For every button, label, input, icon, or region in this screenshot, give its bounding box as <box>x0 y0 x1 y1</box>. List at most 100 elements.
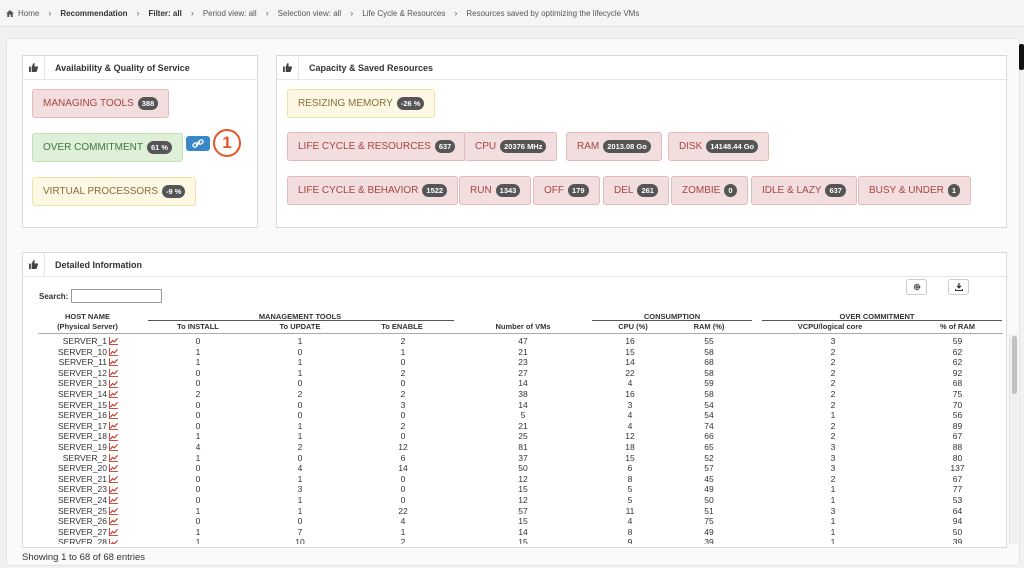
table-scrollbar[interactable] <box>1009 334 1018 544</box>
header-pct-ram[interactable]: % of RAM <box>915 322 1000 331</box>
server-name[interactable]: SERVER_11 <box>59 357 107 368</box>
window-scroll-indicator[interactable] <box>1019 44 1024 70</box>
resizing-memory-tag[interactable]: RESIZING MEMORY -26 % <box>287 89 436 118</box>
ram-tag[interactable]: RAM 2013.08 Go <box>566 132 662 161</box>
header-to-update[interactable]: To UPDATE <box>260 322 340 331</box>
line-chart-icon[interactable] <box>109 538 118 544</box>
managing-tools-tag[interactable]: MANAGING TOOLS 388 <box>32 89 170 118</box>
link-button[interactable] <box>186 136 210 151</box>
server-name[interactable]: SERVER_16 <box>58 410 107 421</box>
cell-host-name[interactable]: SERVER_21 <box>38 474 118 485</box>
breadcrumb-recommendation[interactable]: Recommendation <box>60 9 127 18</box>
table-row[interactable]: SERVER_12 0 1 2 27 22 58 2 92 <box>38 368 1003 379</box>
server-name[interactable]: SERVER_20 <box>58 463 107 474</box>
server-name[interactable]: SERVER_17 <box>58 421 107 432</box>
line-chart-icon[interactable] <box>109 422 118 431</box>
cell-host-name[interactable]: SERVER_11 <box>38 357 118 368</box>
line-chart-icon[interactable] <box>109 528 118 537</box>
line-chart-icon[interactable] <box>109 517 118 526</box>
cell-host-name[interactable]: SERVER_15 <box>38 400 118 411</box>
cell-host-name[interactable]: SERVER_19 <box>38 442 118 453</box>
cell-host-name[interactable]: SERVER_18 <box>38 431 118 442</box>
cell-host-name[interactable]: SERVER_24 <box>38 495 118 506</box>
table-row[interactable]: SERVER_15 0 0 3 14 3 54 2 70 <box>38 400 1003 411</box>
lifecycle-behavior-tag[interactable]: LIFE CYCLE & BEHAVIOR 1522 <box>287 176 459 205</box>
table-row[interactable]: SERVER_19 4 2 12 81 18 65 3 88 <box>38 442 1003 453</box>
server-name[interactable]: SERVER_21 <box>58 474 107 485</box>
server-name[interactable]: SERVER_23 <box>58 484 107 495</box>
table-scrollbar-thumb[interactable] <box>1012 336 1017 394</box>
header-to-enable[interactable]: To ENABLE <box>362 322 442 331</box>
header-vcpu[interactable]: VCPU/logical core <box>780 322 880 331</box>
server-name[interactable]: SERVER_19 <box>58 442 107 453</box>
cell-host-name[interactable]: SERVER_16 <box>38 410 118 421</box>
cell-host-name[interactable]: SERVER_28 <box>38 537 118 544</box>
line-chart-icon[interactable] <box>109 379 118 388</box>
cell-host-name[interactable]: SERVER_20 <box>38 463 118 474</box>
server-name[interactable]: SERVER_13 <box>58 378 107 389</box>
cell-host-name[interactable]: SERVER_10 <box>38 347 118 358</box>
cell-host-name[interactable]: SERVER_26 <box>38 516 118 527</box>
idle-lazy-tag[interactable]: IDLE & LAZY 637 <box>751 176 857 205</box>
table-row[interactable]: SERVER_10 1 0 1 21 15 58 2 62 <box>38 347 1003 358</box>
table-row[interactable]: SERVER_27 1 7 1 14 8 49 1 50 <box>38 527 1003 538</box>
zombie-tag[interactable]: ZOMBIE 0 <box>671 176 748 205</box>
table-row[interactable]: SERVER_11 1 1 0 23 14 68 2 62 <box>38 357 1003 368</box>
cell-host-name[interactable]: SERVER_13 <box>38 378 118 389</box>
table-row[interactable]: SERVER_24 0 1 0 12 5 50 1 53 <box>38 495 1003 506</box>
table-row[interactable]: SERVER_17 0 1 2 21 4 74 2 89 <box>38 421 1003 432</box>
search-input[interactable] <box>71 289 163 303</box>
off-tag[interactable]: OFF 179 <box>533 176 600 205</box>
server-name[interactable]: SERVER_14 <box>58 389 107 400</box>
header-ram-pct[interactable]: RAM (%) <box>674 322 744 331</box>
table-row[interactable]: SERVER_18 1 1 0 25 12 66 2 67 <box>38 431 1003 442</box>
line-chart-icon[interactable] <box>109 496 118 505</box>
settings-button[interactable] <box>906 279 927 295</box>
disk-tag[interactable]: DISK 14148.44 Go <box>668 132 770 161</box>
lifecycle-resources-tag[interactable]: LIFE CYCLE & RESOURCES 637 <box>287 132 467 161</box>
server-name[interactable]: SERVER_10 <box>58 347 107 358</box>
line-chart-icon[interactable] <box>109 453 118 462</box>
line-chart-icon[interactable] <box>109 390 118 399</box>
cell-host-name[interactable]: SERVER_27 <box>38 527 118 538</box>
server-name[interactable]: SERVER_26 <box>58 516 107 527</box>
server-name[interactable]: SERVER_18 <box>58 431 107 442</box>
header-cpu-pct[interactable]: CPU (%) <box>598 322 668 331</box>
virtual-processors-tag[interactable]: VIRTUAL PROCESSORS -9 % <box>32 177 197 206</box>
run-tag[interactable]: RUN 1343 <box>459 176 532 205</box>
download-button[interactable] <box>948 279 969 295</box>
server-name[interactable]: SERVER_27 <box>58 527 107 538</box>
over-commitment-tag[interactable]: OVER COMMITMENT 61 % <box>32 133 184 162</box>
table-row[interactable]: SERVER_16 0 0 0 5 4 54 1 56 <box>38 410 1003 421</box>
line-chart-icon[interactable] <box>109 369 118 378</box>
cell-host-name[interactable]: SERVER_23 <box>38 484 118 495</box>
del-tag[interactable]: DEL 261 <box>603 176 669 205</box>
line-chart-icon[interactable] <box>109 400 118 409</box>
server-name[interactable]: SERVER_25 <box>58 506 107 517</box>
cell-host-name[interactable]: SERVER_14 <box>38 389 118 400</box>
line-chart-icon[interactable] <box>109 464 118 473</box>
server-name[interactable]: SERVER_28 <box>58 537 107 544</box>
line-chart-icon[interactable] <box>109 506 118 515</box>
table-row[interactable]: SERVER_2 1 0 6 37 15 52 3 80 <box>38 453 1003 464</box>
table-row[interactable]: SERVER_13 0 0 0 14 4 59 2 68 <box>38 378 1003 389</box>
line-chart-icon[interactable] <box>109 337 118 346</box>
header-num-vms[interactable]: Number of VMs <box>478 322 568 331</box>
line-chart-icon[interactable] <box>109 432 118 441</box>
line-chart-icon[interactable] <box>109 358 118 367</box>
table-row[interactable]: SERVER_21 0 1 0 12 8 45 2 67 <box>38 474 1003 485</box>
cell-host-name[interactable]: SERVER_12 <box>38 368 118 379</box>
breadcrumb-home[interactable]: Home <box>6 9 39 18</box>
table-row[interactable]: SERVER_25 1 1 22 57 11 51 3 64 <box>38 506 1003 517</box>
server-name[interactable]: SERVER_12 <box>58 368 107 379</box>
server-name[interactable]: SERVER_1 <box>63 336 107 347</box>
cell-host-name[interactable]: SERVER_1 <box>38 336 118 347</box>
cpu-tag[interactable]: CPU 20376 MHz <box>464 132 558 161</box>
table-row[interactable]: SERVER_20 0 4 14 50 6 57 3 137 <box>38 463 1003 474</box>
table-row[interactable]: SERVER_1 0 1 2 47 16 55 3 59 <box>38 336 1003 347</box>
busy-under-tag[interactable]: BUSY & UNDER 1 <box>858 176 972 205</box>
line-chart-icon[interactable] <box>109 443 118 452</box>
line-chart-icon[interactable] <box>109 475 118 484</box>
breadcrumb-filter[interactable]: Filter: all <box>148 9 181 18</box>
breadcrumb-selection[interactable]: Selection view: all <box>278 9 342 18</box>
